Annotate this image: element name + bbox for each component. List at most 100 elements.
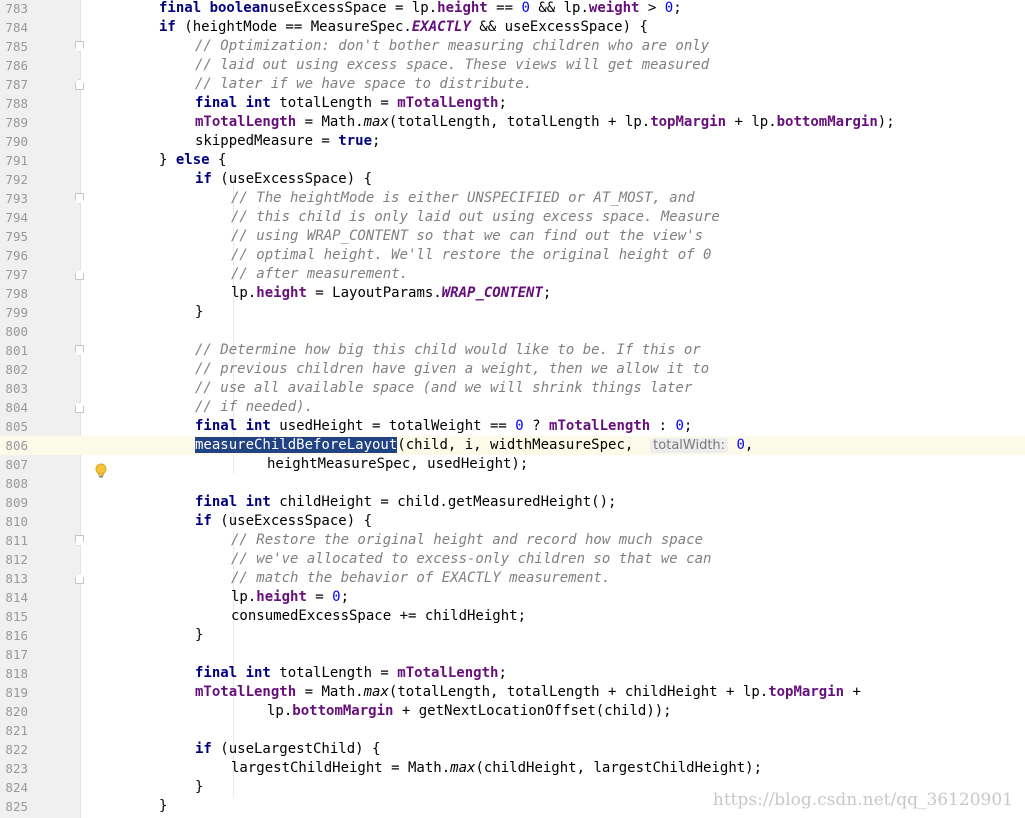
code-line[interactable]: 807 heightMeasureSpec, usedHeight); xyxy=(0,455,1025,474)
code-line[interactable]: 797 // after measurement. xyxy=(0,265,1025,284)
code-text[interactable]: // later if we have space to distribute. xyxy=(195,75,532,94)
code-text[interactable]: if (useExcessSpace) { xyxy=(195,170,372,189)
fold-end-icon[interactable] xyxy=(75,402,84,413)
code-line[interactable]: 822 if (useLargestChild) { xyxy=(0,740,1025,759)
code-text[interactable]: } xyxy=(195,626,203,645)
code-text[interactable]: // laid out using excess space. These vi… xyxy=(195,56,709,75)
code-line[interactable]: 791} else { xyxy=(0,151,1025,170)
code-line[interactable]: 798 lp.height = LayoutParams.WRAP_CONTENT… xyxy=(0,284,1025,303)
code-line[interactable]: 806 measureChildBeforeLayout(child, i, wi… xyxy=(0,436,1025,455)
code-line[interactable]: 784 if (heightMode == MeasureSpec.EXACTLY… xyxy=(0,18,1025,37)
code-line[interactable]: 789 mTotalLength = Math.max(totalLength, … xyxy=(0,113,1025,132)
code-line[interactable]: 811 // Restore the original height and re… xyxy=(0,531,1025,550)
code-text[interactable]: final int totalLength = mTotalLength; xyxy=(195,664,507,683)
code-line[interactable]: 799} xyxy=(0,303,1025,322)
code-text[interactable]: } else { xyxy=(159,151,226,170)
fold-start-icon[interactable] xyxy=(75,41,84,52)
code-line[interactable]: 821 xyxy=(0,721,1025,740)
code-text[interactable]: final int childHeight = child.getMeasure… xyxy=(195,493,616,512)
code-line[interactable]: 810 if (useExcessSpace) { xyxy=(0,512,1025,531)
code-line[interactable]: 818 final int totalLength = mTotalLength; xyxy=(0,664,1025,683)
code-line[interactable]: 814 lp.height = 0; xyxy=(0,588,1025,607)
code-line[interactable]: 815 consumedExcessSpace += childHeight; xyxy=(0,607,1025,626)
code-text[interactable]: // this child is only laid out using exc… xyxy=(231,208,720,227)
code-text[interactable]: // Determine how big this child would li… xyxy=(195,341,701,360)
code-line[interactable]: 795 // using WRAP_CONTENT so that we can … xyxy=(0,227,1025,246)
code-line[interactable]: 802 // previous children have given a wei… xyxy=(0,360,1025,379)
code-line[interactable]: 804 // if needed). xyxy=(0,398,1025,417)
code-line[interactable]: 805 final int usedHeight = totalWeight ==… xyxy=(0,417,1025,436)
code-line[interactable]: 796 // optimal height. We'll restore the … xyxy=(0,246,1025,265)
code-text[interactable]: // using WRAP_CONTENT so that we can fin… xyxy=(231,227,703,246)
code-line[interactable]: 808 xyxy=(0,474,1025,493)
code-line[interactable]: 790 skippedMeasure = true; xyxy=(0,132,1025,151)
code-line[interactable]: 820 lp.bottomMargin + getNextLocationOffs… xyxy=(0,702,1025,721)
line-number: 821 xyxy=(5,723,28,738)
line-number: 795 xyxy=(5,229,28,244)
code-line[interactable]: 792 if (useExcessSpace) { xyxy=(0,170,1025,189)
code-line[interactable]: 816} xyxy=(0,626,1025,645)
code-token: (heightMode == MeasureSpec. xyxy=(175,19,412,35)
code-line[interactable]: 788 final int totalLength = mTotalLength; xyxy=(0,94,1025,113)
code-text[interactable]: // optimal height. We'll restore the ori… xyxy=(231,246,711,265)
line-number: 799 xyxy=(5,305,28,320)
fold-start-icon[interactable] xyxy=(75,345,84,356)
code-token: bottomMargin xyxy=(776,114,878,130)
code-line[interactable]: 819 mTotalLength = Math.max(totalLength, … xyxy=(0,683,1025,702)
code-text[interactable]: // match the behavior of EXACTLY measure… xyxy=(231,569,610,588)
code-text[interactable]: final int usedHeight = totalWeight == 0 … xyxy=(195,417,692,436)
code-text[interactable]: largestChildHeight = Math.max(childHeigh… xyxy=(231,759,762,778)
code-text[interactable]: // after measurement. xyxy=(231,265,408,284)
code-line[interactable]: 803 // use all available space (and we wi… xyxy=(0,379,1025,398)
code-text[interactable]: // use all available space (and we will … xyxy=(195,379,692,398)
code-text[interactable]: measureChildBeforeLayout(child, i, width… xyxy=(195,436,753,455)
code-token: topMargin xyxy=(650,114,727,130)
code-text[interactable]: consumedExcessSpace += childHeight; xyxy=(231,607,526,626)
code-line[interactable]: 787 // later if we have space to distribu… xyxy=(0,75,1025,94)
fold-end-icon[interactable] xyxy=(75,269,84,280)
code-token: else xyxy=(175,152,210,168)
code-text[interactable]: // Optimization: don't bother measuring … xyxy=(195,37,709,56)
code-line[interactable]: 793 // The heightMode is either UNSPECIFI… xyxy=(0,189,1025,208)
code-text[interactable]: // Restore the original height and recor… xyxy=(231,531,703,550)
code-text[interactable]: // previous children have given a weight… xyxy=(195,360,709,379)
code-token: if xyxy=(195,171,212,187)
code-line[interactable]: 794 // this child is only laid out using … xyxy=(0,208,1025,227)
code-text[interactable]: if (useExcessSpace) { xyxy=(195,512,372,531)
code-text[interactable]: final booleanuseExcessSpace = lp.height … xyxy=(159,0,682,18)
code-text[interactable]: // we've allocated to excess-only childr… xyxy=(231,550,711,569)
code-text[interactable]: lp.height = 0; xyxy=(231,588,349,607)
line-number: 798 xyxy=(5,286,28,301)
code-text[interactable]: skippedMeasure = true; xyxy=(195,132,380,151)
code-line[interactable]: 812 // we've allocated to excess-only chi… xyxy=(0,550,1025,569)
code-line[interactable]: 800 xyxy=(0,322,1025,341)
fold-start-icon[interactable] xyxy=(75,193,84,204)
code-text[interactable]: if (heightMode == MeasureSpec.EXACTLY &&… xyxy=(159,18,648,37)
lightbulb-icon[interactable] xyxy=(95,463,107,479)
code-line[interactable]: 783 final booleanuseExcessSpace = lp.heig… xyxy=(0,0,1025,18)
code-text[interactable]: lp.height = LayoutParams.WRAP_CONTENT; xyxy=(231,284,551,303)
code-text[interactable]: // The heightMode is either UNSPECIFIED … xyxy=(231,189,695,208)
code-line[interactable]: 786 // laid out using excess space. These… xyxy=(0,56,1025,75)
code-text[interactable]: } xyxy=(159,797,167,816)
code-text[interactable]: heightMeasureSpec, usedHeight); xyxy=(267,455,528,474)
code-line[interactable]: 785 // Optimization: don't bother measuri… xyxy=(0,37,1025,56)
code-line[interactable]: 809 final int childHeight = child.getMeas… xyxy=(0,493,1025,512)
code-text[interactable]: mTotalLength = Math.max(totalLength, tot… xyxy=(195,113,895,132)
code-line[interactable]: 817 xyxy=(0,645,1025,664)
code-line[interactable]: 813 // match the behavior of EXACTLY meas… xyxy=(0,569,1025,588)
code-text[interactable]: if (useLargestChild) { xyxy=(195,740,380,759)
code-text[interactable]: mTotalLength = Math.max(totalLength, tot… xyxy=(195,683,861,702)
code-text[interactable]: final int totalLength = mTotalLength; xyxy=(195,94,507,113)
code-line[interactable]: 823 largestChildHeight = Math.max(childHe… xyxy=(0,759,1025,778)
code-text[interactable]: } xyxy=(195,778,203,797)
code-text[interactable]: // if needed). xyxy=(195,398,313,417)
code-text[interactable]: lp.bottomMargin + getNextLocationOffset(… xyxy=(267,702,672,721)
fold-start-icon[interactable] xyxy=(75,535,84,546)
code-text[interactable]: } xyxy=(195,303,203,322)
code-editor[interactable]: 783 final booleanuseExcessSpace = lp.heig… xyxy=(0,0,1025,818)
code-token: true xyxy=(338,133,373,149)
fold-end-icon[interactable] xyxy=(75,573,84,584)
code-line[interactable]: 801 // Determine how big this child would… xyxy=(0,341,1025,360)
fold-end-icon[interactable] xyxy=(75,79,84,90)
